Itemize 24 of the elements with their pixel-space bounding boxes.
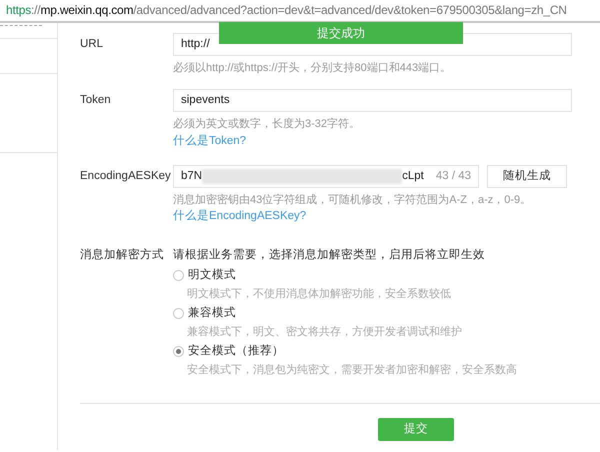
- option-label: 兼容模式: [188, 306, 236, 321]
- option-description: 兼容模式下，明文、密文将共存，方便开发者调试和维护: [186, 324, 463, 340]
- success-toast: 提交成功: [219, 22, 463, 44]
- field-label: Token: [80, 93, 112, 108]
- option-label: 安全模式（推荐）: [188, 344, 284, 360]
- hint-text: 必须以http://或https://开头，分别支持80端口和443端口。: [173, 61, 452, 76]
- character-counter: 43 / 43: [436, 168, 471, 184]
- radio-button[interactable]: [173, 346, 184, 358]
- radio-button[interactable]: [173, 270, 184, 281]
- key-value-end: cLpt: [402, 168, 424, 184]
- key-value-start: b7N: [181, 168, 202, 184]
- radio-button[interactable]: [173, 308, 184, 319]
- option-description: 安全模式下，消息包为纯密文，需要开发者加密和解密，安全系数高: [186, 363, 517, 378]
- hint-text: 消息加密密钥由43位字符组成，可随机修改，字符范围为A-Z，a-z，0-9。: [173, 192, 532, 207]
- option-label: 明文模式: [188, 268, 236, 283]
- text-input-field[interactable]: sipevents: [173, 89, 572, 112]
- intro-text: 请根据业务需要，选择消息加解密类型，启用后将立即生效: [173, 248, 486, 263]
- field-label: URL: [80, 37, 104, 52]
- generate-button[interactable]: 随机生成: [487, 164, 567, 188]
- field-label: EncodingAESKey: [80, 168, 172, 184]
- field-label: 消息加解密方式: [80, 248, 165, 263]
- option-description: 明文模式下，不使用消息体加解密功能，安全系数较低: [186, 286, 452, 301]
- hint-text: 必须为英文或数字，长度为3-32字符。: [173, 117, 362, 132]
- key-input-field[interactable]: b7N cLpt 43 / 43: [173, 164, 479, 188]
